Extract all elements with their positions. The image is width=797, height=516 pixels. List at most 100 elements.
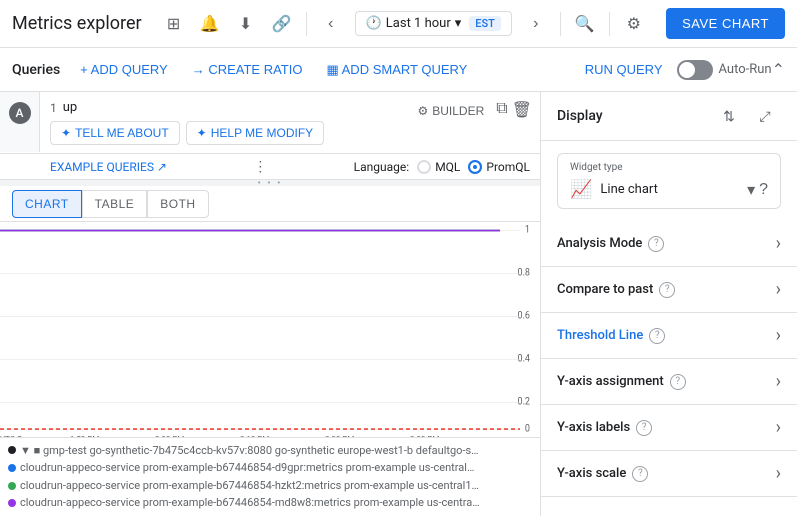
promql-label: PromQL xyxy=(486,160,530,174)
time-range-label: Last 1 hour xyxy=(386,16,451,31)
tell-me-about-button[interactable]: ✦ TELL ME ABOUT xyxy=(50,121,180,145)
promql-radio[interactable] xyxy=(468,160,482,174)
grid-icon-btn[interactable]: ⊞ xyxy=(158,8,190,40)
svg-text:1:50 PM: 1:50 PM xyxy=(70,435,99,437)
create-ratio-button[interactable]: → CREATE RATIO xyxy=(184,58,311,81)
settings-icon-btn[interactable]: ⚙ xyxy=(618,8,650,40)
divider3 xyxy=(609,12,610,36)
auto-run-switch[interactable] xyxy=(677,60,713,80)
query-text: up xyxy=(63,100,77,115)
svg-text:2:30 PM: 2:30 PM xyxy=(410,435,439,437)
collapse-button[interactable]: ⌃ xyxy=(772,60,785,80)
widget-dropdown-button[interactable]: ▾ xyxy=(747,180,755,200)
analysis-mode-label: Analysis Mode xyxy=(557,236,642,251)
queries-bar: Queries + ADD QUERY → CREATE RATIO ▦ ADD… xyxy=(0,48,797,92)
widget-help-button[interactable]: ? xyxy=(759,180,768,200)
svg-text:1: 1 xyxy=(525,224,530,235)
y-axis-scale-label-wrap: Y-axis scale ? xyxy=(557,466,648,482)
y-axis-assignment-section[interactable]: Y-axis assignment ? › xyxy=(541,359,797,405)
promql-radio-label[interactable]: PromQL xyxy=(468,160,530,174)
app-title: Metrics explorer xyxy=(12,13,142,34)
display-icons: ⇅ ⤢ xyxy=(713,100,781,132)
link-icon-btn[interactable]: 🔗 xyxy=(266,8,298,40)
language-selector: Language: MQL PromQL xyxy=(354,160,530,174)
query-label-box: A xyxy=(0,92,40,152)
y-axis-scale-help-icon[interactable]: ? xyxy=(632,466,648,482)
legend-text-3: cloudrun-appeco-service prom-example-b67… xyxy=(20,477,480,495)
y-axis-scale-chevron: › xyxy=(776,463,781,484)
bell-icon-btn[interactable]: 🔔 xyxy=(194,8,226,40)
y-axis-assignment-label: Y-axis assignment xyxy=(557,374,664,389)
auto-run-toggle: Auto-Run xyxy=(677,60,772,80)
both-tab[interactable]: BOTH xyxy=(147,190,208,218)
threshold-line-section[interactable]: Threshold Line ? › xyxy=(541,313,797,359)
clock-icon: 🕐 xyxy=(366,16,382,31)
svg-text:0.4: 0.4 xyxy=(518,353,531,364)
copy-button[interactable]: ⧉ xyxy=(496,100,507,118)
y-axis-assignment-help-icon[interactable]: ? xyxy=(670,374,686,390)
queries-label: Queries xyxy=(12,62,60,78)
compare-to-past-chevron: › xyxy=(776,279,781,300)
prev-icon-btn[interactable]: ‹ xyxy=(315,8,347,40)
svg-text:UTC-5: UTC-5 xyxy=(0,435,22,437)
legend-item: ▼ ■ gmp-test go-synthetic-7b475c4ccb-kv5… xyxy=(8,442,532,460)
chart-tab[interactable]: CHART xyxy=(12,190,82,218)
chart-area: 1 0.8 0.6 0.4 0.2 0 xyxy=(0,222,540,437)
delete-button[interactable]: 🗑 xyxy=(512,100,532,120)
y-axis-labels-chevron: › xyxy=(776,417,781,438)
analysis-mode-section[interactable]: Analysis Mode ? › xyxy=(541,221,797,267)
query-footer: EXAMPLE QUERIES ↗ ⋮ Language: MQL PromQL xyxy=(0,154,540,180)
widget-type-label: Widget type xyxy=(570,162,768,173)
widget-name: Line chart xyxy=(600,182,739,197)
queries-actions: + ADD QUERY → CREATE RATIO ▦ ADD SMART Q… xyxy=(72,58,475,82)
threshold-line-help-icon[interactable]: ? xyxy=(649,328,665,344)
run-query-button[interactable]: RUN QUERY xyxy=(577,58,671,81)
sort-up-icon-btn[interactable]: ⇅ xyxy=(713,100,745,132)
example-queries-link[interactable]: EXAMPLE QUERIES ↗ xyxy=(50,160,167,174)
table-tab[interactable]: TABLE xyxy=(82,190,148,218)
widget-actions: ▾ ? xyxy=(747,180,768,200)
legend-dot-4 xyxy=(8,499,16,507)
compare-to-past-section[interactable]: Compare to past ? › xyxy=(541,267,797,313)
compare-to-past-help-icon[interactable]: ? xyxy=(659,282,675,298)
y-axis-labels-help-icon[interactable]: ? xyxy=(636,420,652,436)
sparkle-icon: ✦ xyxy=(61,126,71,140)
svg-text:0.8: 0.8 xyxy=(518,267,530,278)
y-axis-labels-section[interactable]: Y-axis labels ? › xyxy=(541,405,797,451)
top-header: Metrics explorer ⊞ 🔔 ⬇ 🔗 ‹ 🕐 Last 1 hour… xyxy=(0,0,797,48)
expand-icon-btn[interactable]: ⤢ xyxy=(749,100,781,132)
next-icon-btn[interactable]: › xyxy=(520,8,552,40)
toggle-thumb xyxy=(679,62,695,78)
wand-icon: ✦ xyxy=(197,126,207,140)
compare-to-past-label: Compare to past xyxy=(557,282,653,297)
add-query-button[interactable]: + ADD QUERY xyxy=(72,58,176,81)
display-title: Display xyxy=(557,108,603,124)
legend-item-4: cloudrun-appeco-service prom-example-b67… xyxy=(8,494,532,512)
y-axis-scale-section[interactable]: Y-axis scale ? › xyxy=(541,451,797,497)
more-options-button[interactable]: ⋮ xyxy=(253,158,267,175)
add-smart-query-button[interactable]: ▦ ADD SMART QUERY xyxy=(318,58,475,82)
mql-radio-label[interactable]: MQL xyxy=(417,160,460,174)
query-action-buttons: ✦ TELL ME ABOUT ✦ HELP ME MODIFY xyxy=(50,121,399,145)
builder-button[interactable]: ⚙ BUILDER xyxy=(409,100,492,122)
query-number: 1 xyxy=(50,101,57,115)
help-me-modify-button[interactable]: ✦ HELP ME MODIFY xyxy=(186,121,325,145)
display-header: Display ⇅ ⤢ xyxy=(541,92,797,141)
legend-item-3: cloudrun-appeco-service prom-example-b67… xyxy=(8,477,532,495)
header-icons: ⊞ 🔔 ⬇ 🔗 ‹ 🕐 Last 1 hour ▾ EST › 🔍 ⚙ xyxy=(158,8,650,40)
svg-text:0: 0 xyxy=(525,423,530,434)
est-badge: EST xyxy=(469,16,501,31)
widget-type-select: 📈 Line chart ▾ ? xyxy=(570,179,768,200)
download-icon-btn[interactable]: ⬇ xyxy=(230,8,262,40)
analysis-mode-help-icon[interactable]: ? xyxy=(648,236,664,252)
y-axis-labels-label-wrap: Y-axis labels ? xyxy=(557,420,652,436)
chart-svg: 1 0.8 0.6 0.4 0.2 0 xyxy=(0,222,540,437)
time-range-selector[interactable]: 🕐 Last 1 hour ▾ EST xyxy=(355,11,512,36)
svg-text:2:20 PM: 2:20 PM xyxy=(325,435,354,437)
threshold-line-chevron: › xyxy=(776,325,781,346)
search-icon-btn[interactable]: 🔍 xyxy=(569,8,601,40)
mql-radio[interactable] xyxy=(417,160,431,174)
save-chart-button[interactable]: SAVE CHART xyxy=(666,8,785,39)
query-line: 1 up xyxy=(50,100,399,115)
svg-text:0.2: 0.2 xyxy=(518,396,530,407)
